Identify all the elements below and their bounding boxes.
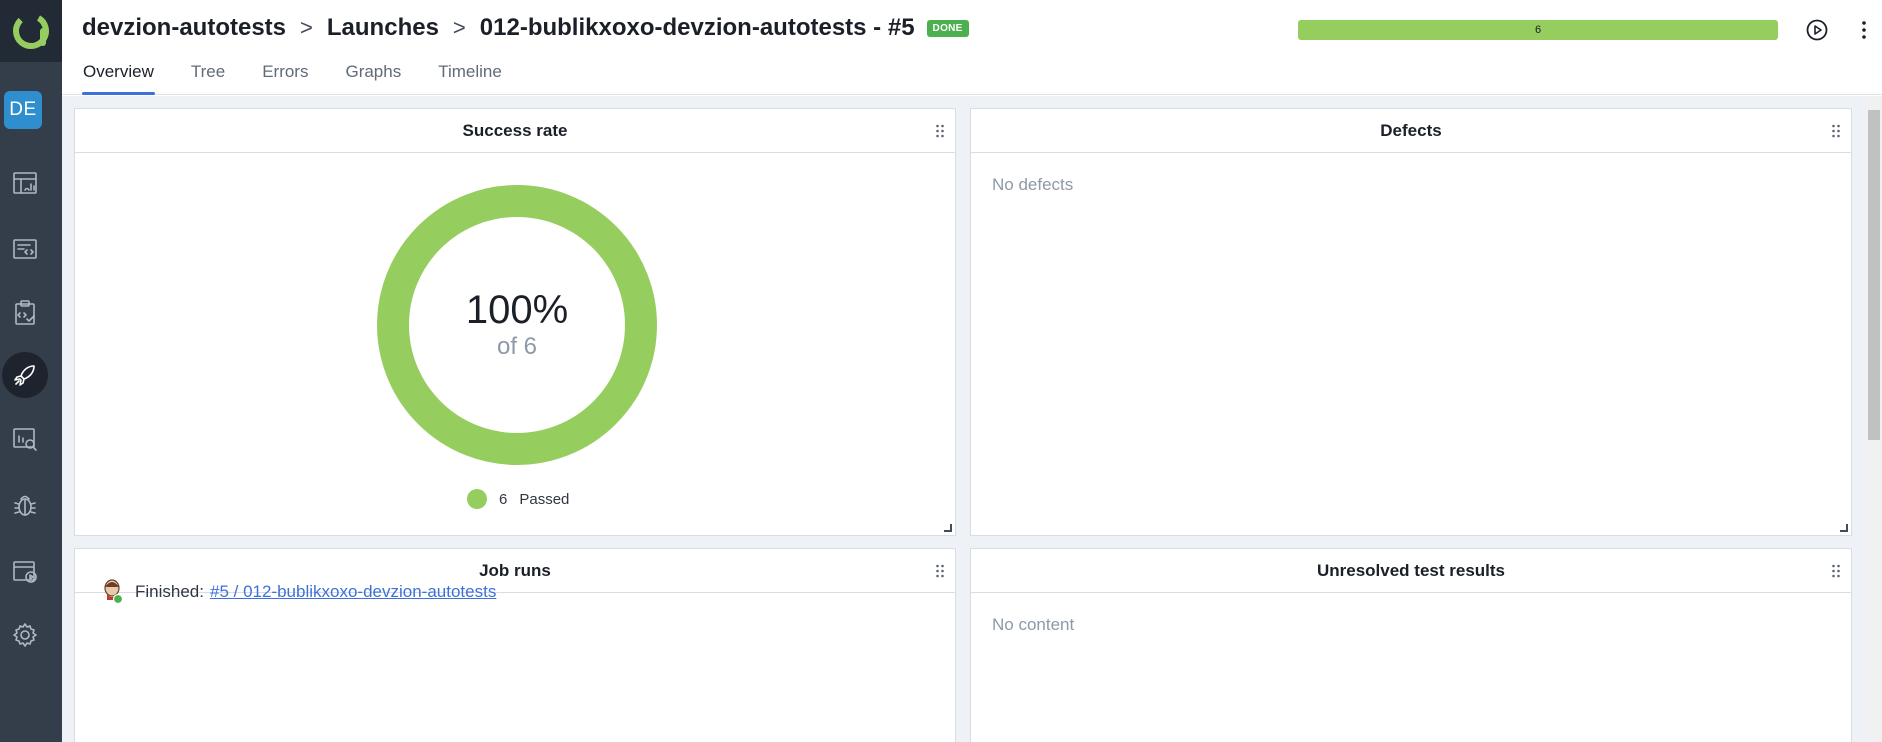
defects-bug-icon <box>14 495 36 516</box>
launch-title: 012-bublikxoxo-devzion-autotests - #5 <box>479 14 915 41</box>
breadcrumb-separator-icon: > <box>452 15 466 40</box>
jobs-icon <box>13 561 37 583</box>
test-cases-icon <box>13 239 37 259</box>
progress-count: 6 <box>1534 24 1542 36</box>
tab-graphs[interactable]: Graphs <box>344 58 402 95</box>
donut-center: 100% of 6 <box>365 173 669 477</box>
success-total: of 6 <box>496 333 538 360</box>
sidebar-item-analytics[interactable] <box>2 416 48 462</box>
launches-rocket-icon <box>14 365 35 386</box>
widget-header: Defects <box>971 109 1851 153</box>
drag-handle-icon[interactable] <box>935 563 945 579</box>
settings-gear-icon <box>13 623 37 647</box>
logo[interactable] <box>0 0 62 62</box>
jenkins-avatar-icon <box>103 579 124 605</box>
sidebar-item-dashboards[interactable] <box>2 160 48 206</box>
status-badge: DONE <box>926 19 969 37</box>
job-run-item: Finished: #5 / 012-bublikxoxo-devzion-au… <box>103 579 496 605</box>
widget-header: Success rate <box>75 109 955 153</box>
legend-passed-count: 6 <box>499 490 508 508</box>
more-actions-button[interactable] <box>1852 15 1876 45</box>
tab-errors[interactable]: Errors <box>261 58 309 95</box>
widget-header: Unresolved test results <box>971 549 1851 593</box>
widget-success-rate: Success rate 100% of 6 6 Passed <box>74 108 956 536</box>
project-badge[interactable]: DE <box>4 91 42 129</box>
widget-title: Job runs <box>479 560 551 580</box>
widget-defects: Defects No defects <box>970 108 1852 536</box>
sidebar-item-jobs[interactable] <box>2 548 48 594</box>
sidebar-item-test-cases[interactable] <box>2 226 48 272</box>
sidebar-item-test-plans[interactable] <box>2 290 48 336</box>
widget-job-runs: Job runs Finished: #5 / 012-bublikxoxo-d… <box>74 548 956 742</box>
widget-unresolved-results: Unresolved test results No content <box>970 548 1852 742</box>
allure-logo-icon <box>13 13 49 49</box>
tab-overview[interactable]: Overview <box>82 58 155 95</box>
widget-title: Success rate <box>462 120 568 140</box>
drag-handle-icon[interactable] <box>1831 563 1841 579</box>
sidebar-item-settings[interactable] <box>2 612 48 658</box>
success-percent: 100% <box>465 288 569 332</box>
app-root: DE devzion-autotests > Launches > 012-bu… <box>0 0 1882 742</box>
job-status-label: Finished: <box>135 582 204 601</box>
breadcrumb: devzion-autotests > Launches > 012-bubli… <box>82 14 969 42</box>
test-plans-icon <box>15 300 35 325</box>
breadcrumb-project-link[interactable]: devzion-autotests <box>82 14 286 42</box>
analytics-icon <box>13 428 37 451</box>
breadcrumb-launches-link[interactable]: Launches <box>327 14 439 42</box>
legend-passed-label: Passed <box>519 490 570 508</box>
legend-passed-swatch <box>467 489 487 509</box>
scrollbar-thumb[interactable] <box>1868 110 1880 440</box>
launch-progress-bar[interactable]: 6 <box>1298 20 1778 40</box>
sidebar-item-launches[interactable] <box>2 352 48 398</box>
sidebar-item-defects[interactable] <box>2 482 48 528</box>
overview-content: Success rate 100% of 6 6 Passed Defects … <box>62 96 1882 742</box>
rerun-launch-button[interactable] <box>1802 15 1832 45</box>
widget-title: Defects <box>1380 120 1442 140</box>
success-rate-chart: 100% of 6 <box>365 173 669 477</box>
resize-handle[interactable] <box>1840 524 1848 532</box>
tab-timeline[interactable]: Timeline <box>437 58 503 95</box>
left-sidebar: DE <box>0 0 62 742</box>
launch-tabs: Overview Tree Errors Graphs Timeline <box>82 58 538 95</box>
drag-handle-icon[interactable] <box>1831 123 1841 139</box>
dashboard-icon <box>13 172 37 194</box>
resize-handle[interactable] <box>944 524 952 532</box>
job-run-link[interactable]: #5 / 012-bublikxoxo-devzion-autotests <box>210 582 496 602</box>
breadcrumb-separator-icon: > <box>300 15 313 40</box>
unresolved-empty-message: No content <box>992 615 1075 634</box>
play-circle-icon <box>1806 19 1828 41</box>
page-header: devzion-autotests > Launches > 012-bubli… <box>62 0 1882 95</box>
more-vertical-icon <box>1862 21 1866 39</box>
tab-tree[interactable]: Tree <box>190 58 226 95</box>
drag-handle-icon[interactable] <box>935 123 945 139</box>
chart-legend[interactable]: 6 Passed <box>467 489 569 509</box>
content-scrollbar[interactable] <box>1866 96 1882 742</box>
defects-empty-message: No defects <box>992 175 1074 194</box>
widget-title: Unresolved test results <box>1316 560 1505 580</box>
